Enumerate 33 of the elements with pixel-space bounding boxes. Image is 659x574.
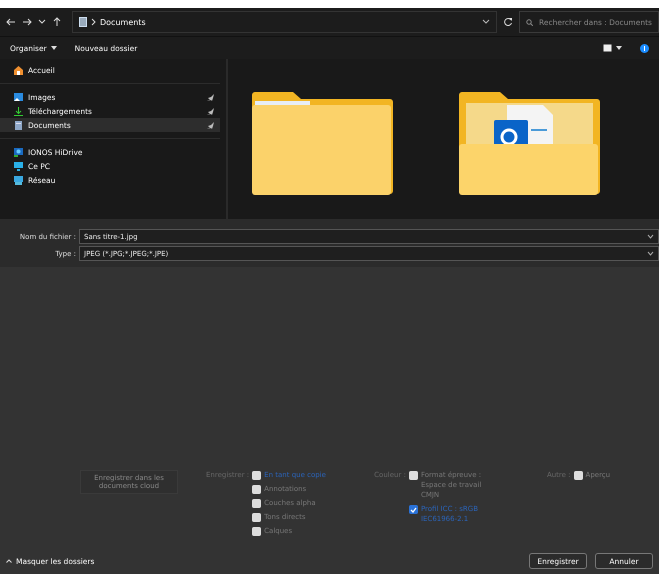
checkbox[interactable] [252,471,262,480]
download-icon [14,106,23,116]
pc-icon [14,162,23,170]
chevron-down-icon[interactable] [482,18,490,26]
checkbox[interactable] [574,471,583,480]
up-arrow-icon[interactable] [52,17,62,27]
home-icon [14,66,23,74]
chevron-down-icon [647,251,654,256]
checkbox[interactable] [408,471,418,480]
caret-down-icon[interactable] [616,46,622,50]
checkmark-icon [410,506,417,512]
checkbox[interactable] [252,513,262,522]
search-icon [526,18,533,26]
images-icon [14,92,23,102]
cloud-icon [14,148,23,156]
checkbox[interactable] [252,527,262,536]
checkbox[interactable] [408,505,418,514]
network-icon [14,176,23,184]
refresh-icon[interactable] [503,17,513,27]
breadcrumb-path[interactable]: Documents [100,18,478,26]
address-bar[interactable]: Documents [72,11,497,33]
help-icon[interactable] [640,44,649,52]
chevron-down-icon [647,234,654,239]
forward-arrow-icon[interactable] [22,17,32,27]
document-icon [14,120,23,130]
document-icon [79,17,87,27]
back-arrow-icon[interactable] [6,17,16,27]
checkbox[interactable] [252,485,262,494]
breadcrumb-chevron-icon [91,18,96,26]
caret-down-icon [50,46,57,50]
checkbox[interactable] [252,499,262,508]
view-icon[interactable] [603,44,612,52]
chevron-up-icon [6,559,12,563]
